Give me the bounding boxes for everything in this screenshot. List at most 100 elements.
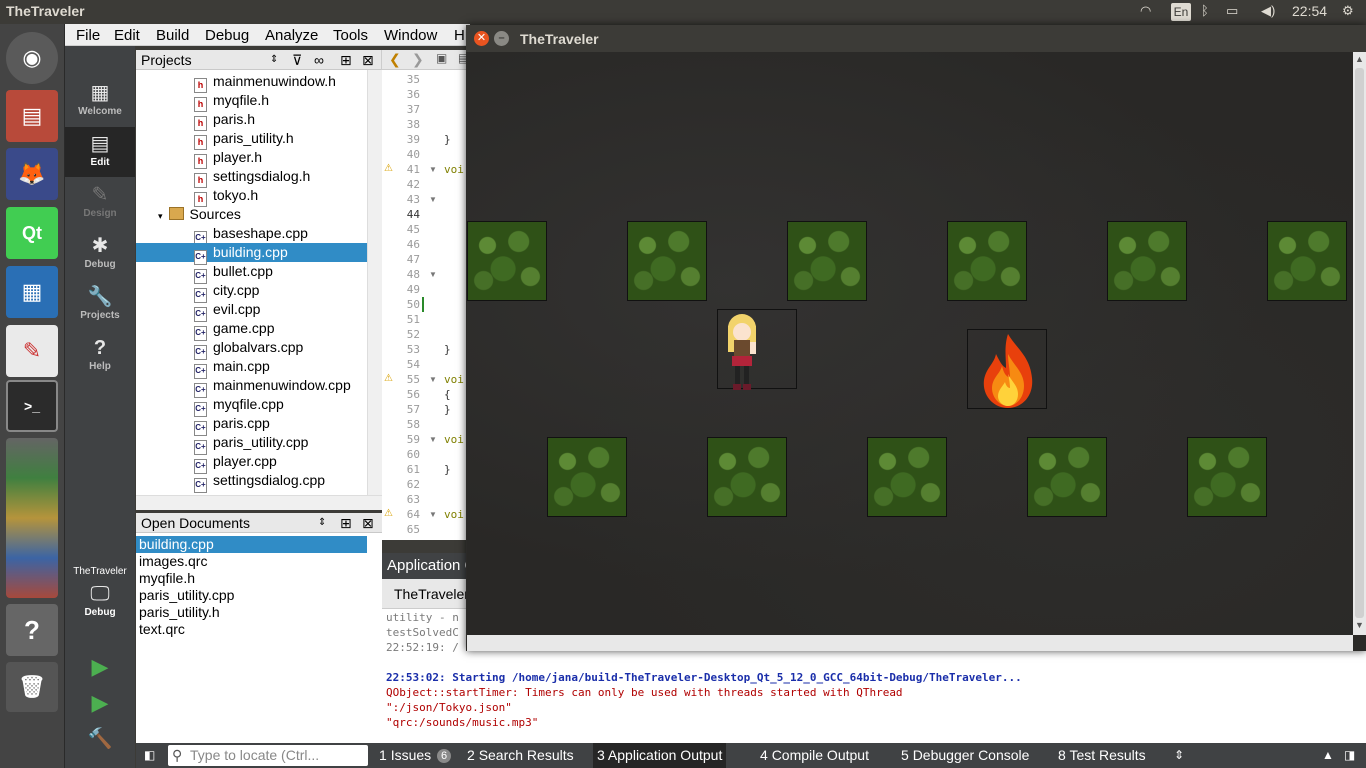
minimize-window-icon[interactable]: – [494,31,509,46]
clock[interactable]: 22:54 [1292,3,1327,19]
tree-item-source[interactable]: C+ globalvars.cpp [194,338,303,360]
open-document-item[interactable]: images.qrc [136,553,367,570]
fold-arrow-icon[interactable]: ▼ [429,435,437,444]
tree-item-source[interactable]: C+ building.cpp [136,243,367,265]
output-pane-tab[interactable]: 4 Compile Output [760,743,869,768]
mode-design[interactable]: ✎ Design [65,178,135,228]
tree-item-header[interactable]: h settingsdialog.h [194,167,310,188]
run-button[interactable]: ▶ [65,650,135,680]
open-document-item[interactable]: myqfile.h [136,570,367,587]
split-icon[interactable]: ⊞ [340,50,352,70]
volume-icon[interactable]: ◀) [1261,3,1275,19]
tree-item-source[interactable]: C+ main.cpp [194,357,270,379]
terminal-icon[interactable]: >_ [6,380,58,432]
updown-icon[interactable]: ⇕ [318,513,326,533]
bluetooth-icon[interactable]: ᛒ [1201,3,1209,18]
writer-icon[interactable]: ▦ [6,266,58,318]
tree-folder-sources[interactable]: ▾ Sources [158,205,241,224]
tree-item-header[interactable]: h tokyo.h [194,186,258,207]
menu-build[interactable]: Build [156,27,189,44]
back-icon[interactable]: ❮ [389,51,401,68]
document-viewer-icon[interactable]: ✎ [6,325,58,377]
open-document-item[interactable]: paris_utility.cpp [136,587,367,604]
output-tab[interactable]: TheTraveler [382,579,470,609]
locator-input[interactable]: ⚲ Type to locate (Ctrl... [168,745,368,766]
tree-item-source[interactable]: C+ evil.cpp [194,300,260,322]
tree-item-source[interactable]: C+ paris.cpp [194,414,270,436]
open-document-item[interactable]: building.cpp [136,536,367,553]
ubuntu-dash-icon[interactable]: ◉ [6,32,58,84]
tree-item-source[interactable]: C+ game.cpp [194,319,274,341]
output-pane-tab[interactable]: 3 Application Output [593,743,727,768]
build-button[interactable]: 🔨 [65,722,135,752]
expand-arrow-icon[interactable]: ▾ [158,211,163,221]
tree-item-header[interactable]: h paris_utility.h [194,129,294,150]
maximize-output-icon[interactable]: ▲ [1322,743,1334,768]
gear-icon[interactable]: ⚙ [1342,3,1354,19]
tree-vertical-scrollbar[interactable] [367,70,382,495]
split-icon[interactable]: ⊞ [340,513,352,533]
output-pane-tab[interactable]: 5 Debugger Console [901,743,1029,768]
mode-welcome[interactable]: ▦ Welcome [65,76,135,126]
menu-help[interactable]: H [454,27,465,44]
tree-item-source[interactable]: C+ myqfile.cpp [194,395,284,417]
tree-item-source[interactable]: C+ bullet.cpp [194,262,273,284]
game-horizontal-scrollbar[interactable] [467,635,1353,651]
scroll-down-icon[interactable]: ▼ [1355,620,1364,630]
output-pane-tab[interactable]: 8 Test Results [1058,743,1146,768]
tree-item-header[interactable]: h player.h [194,148,262,169]
forward-icon[interactable]: ❯ [412,51,424,68]
tree-horizontal-scrollbar[interactable] [136,495,382,510]
mode-debug[interactable]: ✱ Debug [65,229,135,279]
stacked-launcher-icons[interactable] [6,438,58,598]
link-icon[interactable]: ∞ [314,50,324,70]
tree-item-source[interactable]: C+ settingsdialog.cpp [194,471,325,493]
menu-file[interactable]: File [76,27,100,44]
open-document-item[interactable]: text.qrc [136,621,367,638]
close-panel-icon[interactable]: ⊠ [362,513,374,533]
filter-icon[interactable]: ⊽ [292,50,302,70]
tree-item-source[interactable]: C+ mainmenuwindow.cpp [194,376,351,398]
toggle-sidebar-icon[interactable]: ◧ [144,743,155,768]
warning-icon[interactable]: ⚠ [384,373,393,384]
menu-tools[interactable]: Tools [333,27,368,44]
game-scene[interactable] [467,52,1353,635]
tree-item-header[interactable]: h myqfile.h [194,91,269,112]
warning-icon[interactable]: ⚠ [384,163,393,174]
files-icon[interactable]: ▤ [6,90,58,142]
scroll-up-icon[interactable]: ▲ [1355,54,1364,64]
firefox-icon[interactable]: 🦊 [6,148,58,200]
tree-item-header[interactable]: h paris.h [194,110,255,131]
warning-icon[interactable]: ⚠ [384,508,393,519]
fold-arrow-icon[interactable]: ▼ [429,270,437,279]
close-window-icon[interactable]: ✕ [474,31,489,46]
kit-selector[interactable]: TheTraveler 🖵 Debug [65,562,135,634]
tree-item-header[interactable]: h mainmenuwindow.h [194,72,336,93]
wifi-icon[interactable]: ◠ [1140,3,1151,19]
output-pane-tab[interactable]: 2 Search Results [467,743,574,768]
tree-item-source[interactable]: C+ player.cpp [194,452,277,474]
mode-help[interactable]: ? Help [65,331,135,381]
output-pane-tab[interactable]: 1 Issues 6 [379,743,452,768]
fold-arrow-icon[interactable]: ▼ [429,195,437,204]
tree-item-source[interactable]: C+ baseshape.cpp [194,224,308,246]
menu-analyze[interactable]: Analyze [265,27,318,44]
keyboard-layout-indicator[interactable]: En [1171,3,1191,21]
tree-item-source[interactable]: C+ paris_utility.cpp [194,433,308,455]
updown-icon[interactable]: ⇕ [1174,743,1184,768]
fold-arrow-icon[interactable]: ▼ [429,165,437,174]
close-panel-icon[interactable]: ⊠ [362,50,374,70]
code-editor[interactable]: ❮ ❯ ▣ ▤ 35 36 37 38 39} 40 41 ⚠ ▼ voi 42 43 ▼ 44 45 46 4… [382,50,470,540]
menu-edit[interactable]: Edit [114,27,140,44]
help-icon[interactable]: ? [6,604,58,656]
menu-debug[interactable]: Debug [205,27,249,44]
fold-arrow-icon[interactable]: ▼ [429,375,437,384]
mode-projects[interactable]: 🔧 Projects [65,280,135,330]
updown-icon[interactable]: ⇕ [270,50,278,70]
qt-creator-icon[interactable]: Qt [6,207,58,259]
menu-window[interactable]: Window [384,27,437,44]
tree-item-source[interactable]: C+ city.cpp [194,281,259,303]
trash-icon[interactable]: 🗑 [6,662,58,712]
game-vertical-scrollbar[interactable]: ▲ ▼ [1353,52,1366,635]
battery-icon[interactable]: ▭ [1226,3,1238,19]
